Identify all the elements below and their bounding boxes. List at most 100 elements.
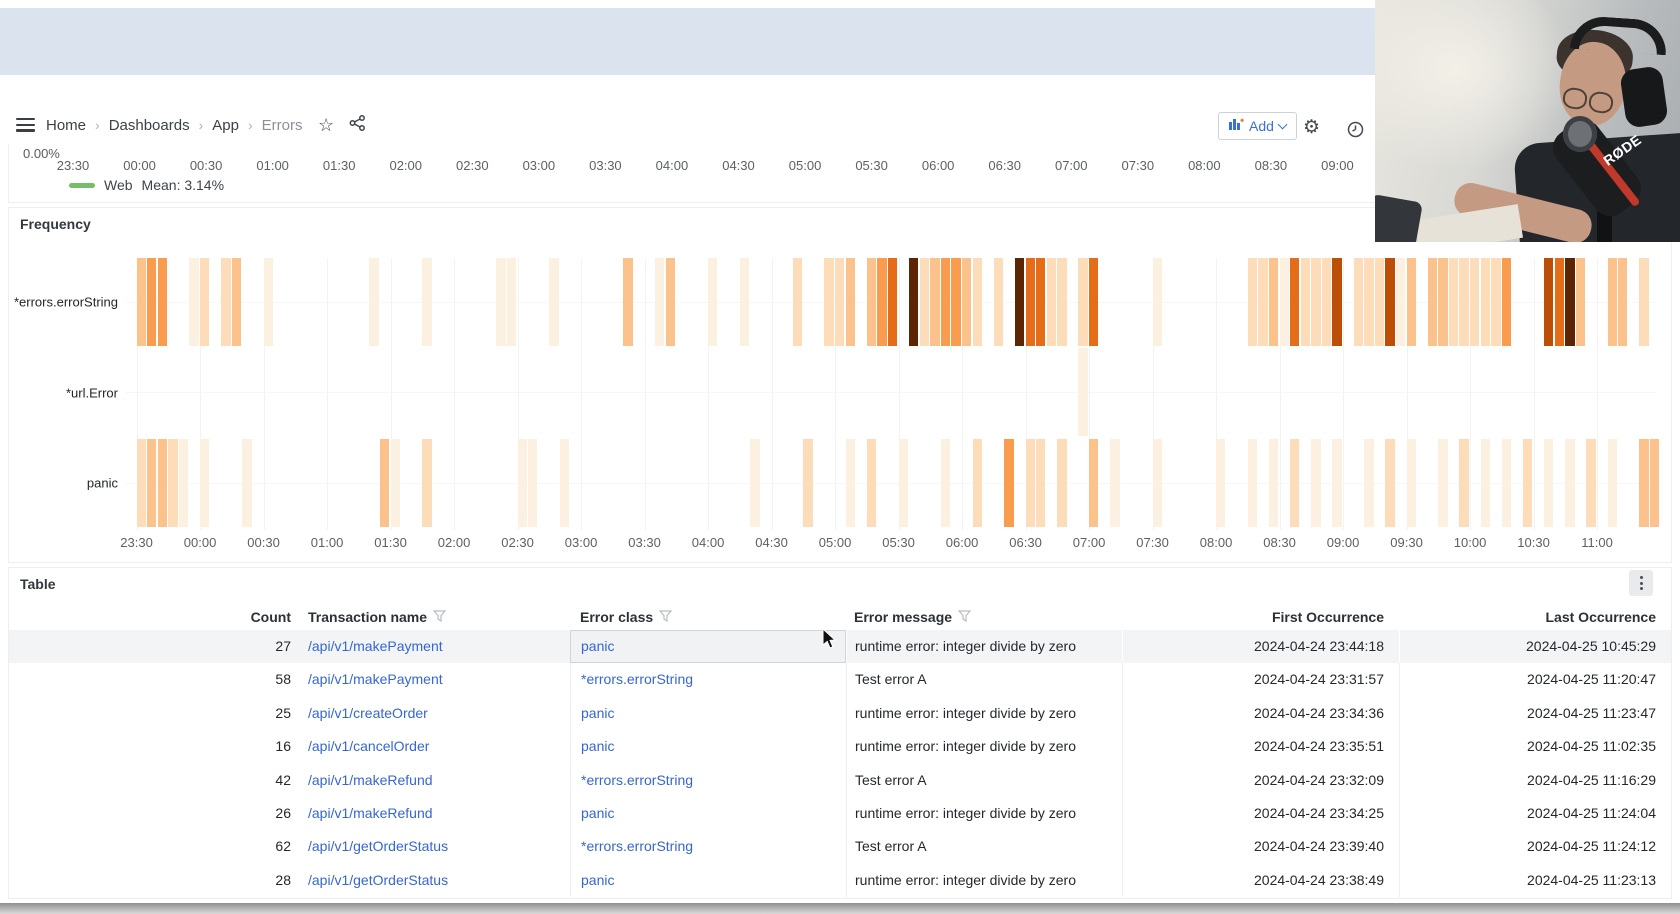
heatmap-cell [994, 258, 1003, 346]
heatmap-cell [1618, 258, 1627, 346]
filter-icon[interactable] [433, 609, 446, 625]
heatmap-cell [962, 258, 971, 346]
heatmap-cell [1248, 258, 1257, 346]
heatmap-cell [1332, 439, 1341, 527]
column-header-label: Error message [854, 609, 952, 625]
star-icon[interactable]: ☆ [318, 116, 334, 134]
webcam-mic-capsule [1563, 116, 1597, 152]
settings-gear-icon[interactable]: ⚙ [1303, 118, 1320, 137]
heatmap-x-tick: 08:00 [1200, 535, 1233, 550]
heatmap-cell [1502, 258, 1511, 346]
heatmap-cell [1078, 348, 1087, 436]
breadcrumb-item-dashboards[interactable]: Dashboards [109, 117, 190, 134]
heatmap-cell [1110, 439, 1119, 527]
heatmap-cell [1301, 258, 1310, 346]
heatmap-x-tick: 02:30 [501, 535, 534, 550]
heatmap-x-tick: 05:00 [819, 535, 852, 550]
heatmap-cell [1459, 258, 1468, 346]
heatmap-x-tick: 01:30 [374, 535, 407, 550]
heatmap-cell [1057, 439, 1066, 527]
webcam-overlay: RØDE [1375, 0, 1680, 242]
time-picker-clock-icon[interactable] [1347, 121, 1364, 143]
top-chart-tick: 01:00 [256, 158, 289, 173]
cell-transaction[interactable]: /api/v1/makePayment [299, 630, 570, 663]
heatmap-cell [1523, 439, 1532, 527]
cell-error-class[interactable]: panic [570, 864, 846, 897]
filter-icon[interactable] [659, 609, 672, 625]
heatmap-cell [1322, 258, 1331, 346]
share-icon[interactable] [349, 115, 366, 136]
heatmap-cell [899, 439, 908, 527]
column-header-first-occurrence[interactable]: First Occurrence [1122, 604, 1399, 630]
heatmap-cell [1544, 439, 1553, 527]
column-header-error-class[interactable]: Error class [570, 604, 846, 630]
cell-last: 2024-04-25 11:23:13 [1399, 864, 1671, 897]
cell-first: 2024-04-24 23:34:36 [1122, 697, 1399, 730]
cell-last: 2024-04-25 11:24:04 [1399, 797, 1671, 830]
cell-error-class[interactable]: *errors.errorString [570, 830, 846, 863]
breadcrumb-item-home[interactable]: Home [46, 117, 86, 134]
heatmap-cell [189, 258, 198, 346]
heatmap-cell [1438, 439, 1447, 527]
cell-error-class[interactable]: panic [570, 730, 846, 763]
heatmap-cell [1280, 258, 1289, 346]
cell-last: 2024-04-25 10:45:29 [1399, 630, 1671, 663]
cell-error-class[interactable]: panic [570, 630, 846, 663]
cell-last: 2024-04-25 11:20:47 [1399, 663, 1671, 696]
top-chart-tick: 06:30 [988, 158, 1021, 173]
heatmap-cell [941, 258, 950, 346]
table-panel-title: Table [20, 576, 56, 592]
column-header-transaction-name[interactable]: Transaction name [299, 604, 570, 630]
filter-icon[interactable] [958, 609, 971, 625]
heatmap-cell [1481, 439, 1490, 527]
cell-error-class[interactable]: panic [570, 697, 846, 730]
menu-icon[interactable] [16, 118, 35, 132]
cell-transaction[interactable]: /api/v1/getOrderStatus [299, 830, 570, 863]
add-button[interactable]: Add [1218, 112, 1297, 140]
heatmap-x-tick: 08:30 [1263, 535, 1296, 550]
cell-error-message: Test error A [846, 764, 1122, 797]
top-chart-tick: 01:30 [323, 158, 356, 173]
heatmap-cell [1639, 439, 1648, 527]
heatmap-cell [920, 258, 929, 346]
legend-series-label[interactable]: Web [104, 177, 133, 193]
cell-error-class[interactable]: *errors.errorString [570, 764, 846, 797]
cell-transaction[interactable]: /api/v1/getOrderStatus [299, 864, 570, 897]
cell-last: 2024-04-25 11:23:47 [1399, 697, 1671, 730]
cell-transaction[interactable]: /api/v1/createOrder [299, 697, 570, 730]
cell-transaction[interactable]: /api/v1/makePayment [299, 663, 570, 696]
column-header-count[interactable]: Count [9, 604, 299, 630]
webcam-headphones-band [1570, 15, 1668, 56]
legend-mean-stat: Mean: 3.14% [142, 177, 225, 193]
cell-transaction[interactable]: /api/v1/makeRefund [299, 797, 570, 830]
heatmap-cell [147, 258, 156, 346]
top-chart-tick: 03:30 [589, 158, 622, 173]
cell-last: 2024-04-25 11:16:29 [1399, 764, 1671, 797]
heatmap-gridline [327, 258, 328, 530]
heatmap-gridline [645, 258, 646, 530]
cell-transaction[interactable]: /api/v1/makeRefund [299, 764, 570, 797]
cell-error-class[interactable]: *errors.errorString [570, 663, 846, 696]
heatmap-cell [232, 258, 241, 346]
heatmap-x-tick: 09:00 [1327, 535, 1360, 550]
heatmap-cell [1354, 258, 1363, 346]
top-chart-tick: 04:30 [722, 158, 755, 173]
series-legend: Web Mean: 3.14% [69, 177, 224, 193]
cell-transaction[interactable]: /api/v1/cancelOrder [299, 730, 570, 763]
heatmap-cell [750, 439, 759, 527]
column-header-last-occurrence[interactable]: Last Occurrence [1399, 604, 1671, 630]
cell-count: 26 [9, 797, 299, 830]
cell-error-class[interactable]: panic [570, 797, 846, 830]
top-chart-tick: 07:00 [1055, 158, 1088, 173]
column-header-error-message[interactable]: Error message [846, 604, 1122, 630]
heatmap-cell [655, 258, 664, 346]
breadcrumb-item-app[interactable]: App [212, 117, 239, 134]
top-chart-tick: 09:00 [1321, 158, 1354, 173]
heatmap-cell [1491, 258, 1500, 346]
heatmap-cell [846, 258, 855, 346]
panel-menu-kebab-icon[interactable] [1629, 570, 1653, 596]
heatmap-cell [200, 439, 209, 527]
breadcrumb-item-errors: Errors [262, 117, 303, 134]
heatmap-cell [1407, 439, 1416, 527]
heatmap-x-axis: 23:3000:0000:3001:0001:3002:0002:3003:00… [126, 535, 1666, 555]
